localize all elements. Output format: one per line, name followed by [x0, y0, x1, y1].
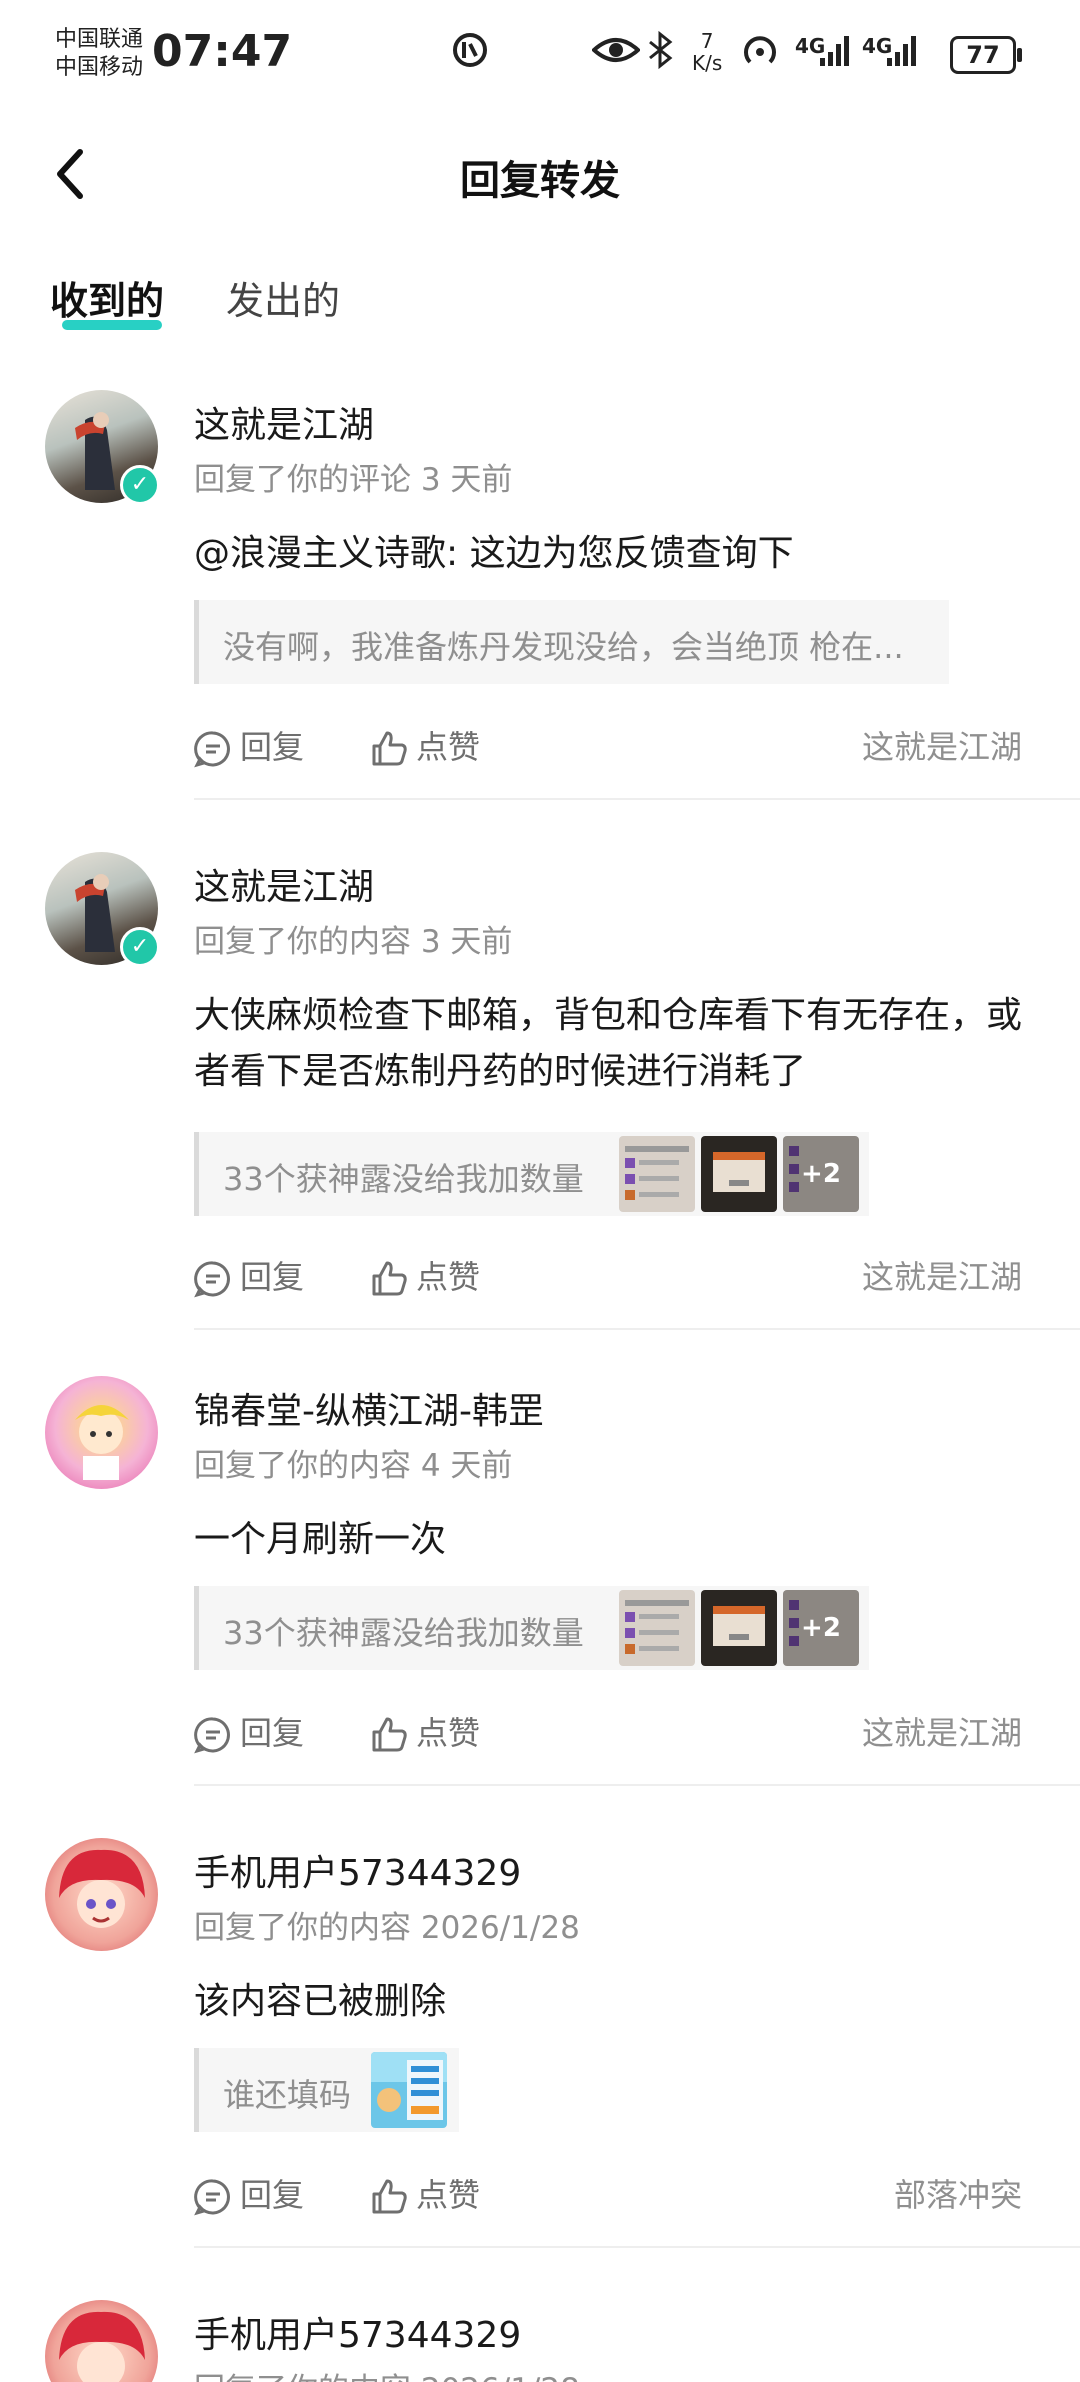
thumbs-up-icon	[372, 2179, 407, 2214]
tab-received[interactable]: 收到的	[50, 270, 164, 325]
network-speed: 7 K/s	[692, 29, 723, 75]
bluetooth-icon	[646, 30, 676, 79]
like-button[interactable]: 点赞	[370, 1252, 480, 1298]
reply-content[interactable]: 大侠麻烦检查下邮箱，背包和仓库看下有无存在，或者看下是否炼制丹药的时候进行消耗了	[194, 988, 1024, 1100]
carrier-2: 中国移动	[55, 55, 144, 80]
divider	[194, 1328, 1080, 1330]
thumbs-up-icon	[372, 1717, 407, 1752]
quoted-comment[interactable]: 33个获神露没给我加数量 +2	[194, 1132, 869, 1216]
thumbs-up-icon	[372, 1261, 407, 1296]
tab-sent[interactable]: 发出的	[226, 270, 340, 325]
thumbnail-image[interactable]	[371, 2052, 447, 2128]
data-saver-icon	[450, 30, 490, 79]
reply-button[interactable]: 回复	[194, 722, 304, 768]
thumbnail-image[interactable]	[619, 1590, 695, 1666]
thumbnail-image[interactable]	[701, 1590, 777, 1666]
list-item[interactable]: ✓ 这就是江湖 回复了你的内容 3 天前 大侠麻烦检查下邮箱，背包和仓库看下有无…	[0, 842, 1080, 1330]
more-images-count: +2	[783, 1136, 859, 1212]
source-app[interactable]: 这就是江湖	[862, 722, 1022, 768]
reply-meta: 回复了你的内容 4 天前	[194, 1448, 513, 1484]
reply-content[interactable]: @浪漫主义诗歌: 这边为您反馈查询下	[194, 526, 1024, 582]
thumbnail-image[interactable]	[619, 1136, 695, 1212]
thumbnail-image[interactable]: +2	[783, 1590, 859, 1666]
reply-content[interactable]: 该内容已被删除	[194, 1974, 1024, 2030]
quoted-text: 33个获神露没给我加数量	[223, 1160, 584, 1198]
reply-meta: 回复了你的内容 2026/1/28	[194, 2364, 580, 2382]
clock: 07:47	[152, 26, 293, 77]
battery-indicator: 77	[950, 36, 1022, 74]
quoted-comment[interactable]: 33个获神露没给我加数量 +2	[194, 1586, 869, 1670]
avatar[interactable]	[45, 1376, 158, 1489]
like-button[interactable]: 点赞	[370, 1708, 480, 1754]
avatar[interactable]	[45, 1838, 158, 1951]
source-app[interactable]: 这就是江湖	[862, 1252, 1022, 1298]
quoted-comment[interactable]: 没有啊，我准备炼丹发现没给，会当绝顶 枪在...	[194, 600, 949, 684]
username[interactable]: 手机用户57344329	[194, 1844, 521, 1896]
divider	[194, 798, 1080, 800]
reply-content[interactable]: 一个月刷新一次	[194, 1512, 1024, 1568]
comment-icon	[194, 1717, 230, 1754]
username[interactable]: 这就是江湖	[194, 858, 374, 910]
list-item[interactable]: ✓ 这就是江湖 回复了你的评论 3 天前 @浪漫主义诗歌: 这边为您反馈查询下 …	[0, 380, 1080, 800]
page-title: 回复转发	[460, 158, 620, 204]
source-app[interactable]: 这就是江湖	[862, 1708, 1022, 1754]
signal-icon-2	[885, 30, 921, 79]
quoted-text: 谁还填码	[223, 2076, 352, 2114]
status-bar: 中国联通 中国移动 07:47 7 K/s 4G 4G 77	[0, 0, 1080, 110]
reply-button[interactable]: 回复	[194, 1252, 304, 1298]
signal-icon-1	[818, 30, 854, 79]
thumbnail-image[interactable]	[701, 1136, 777, 1212]
list-item[interactable]: 手机用户57344329 回复了你的内容 2026/1/28 该内容已被删除 谁…	[0, 1828, 1080, 2248]
divider	[194, 2246, 1080, 2248]
quoted-comment[interactable]: 谁还填码	[194, 2048, 459, 2132]
username[interactable]: 锦春堂-纵横江湖-韩罡	[194, 1382, 544, 1434]
thumbnail-image[interactable]: +2	[783, 1136, 859, 1212]
comment-icon	[194, 1261, 230, 1298]
quoted-text: 没有啊，我准备炼丹发现没给，会当绝顶 枪在...	[223, 628, 904, 666]
list-item[interactable]: 锦春堂-纵横江湖-韩罡 回复了你的内容 4 天前 一个月刷新一次 33个获神露没…	[0, 1366, 1080, 1786]
username[interactable]: 这就是江湖	[194, 396, 374, 448]
list-item[interactable]: 手机用户57344329 回复了你的内容 2026/1/28	[0, 2290, 1080, 2382]
more-images-count: +2	[783, 1590, 859, 1666]
reply-button[interactable]: 回复	[194, 1708, 304, 1754]
reply-meta: 回复了你的评论 3 天前	[194, 462, 513, 498]
verified-badge-icon: ✓	[120, 927, 160, 967]
comment-icon	[194, 731, 230, 768]
nav-bar: 回复转发	[0, 110, 1080, 240]
quoted-text: 33个获神露没给我加数量	[223, 1614, 584, 1652]
avatar[interactable]	[45, 2300, 158, 2382]
carrier-info: 中国联通 中国移动	[55, 26, 143, 82]
username[interactable]: 手机用户57344329	[194, 2306, 521, 2358]
hotspot-icon	[740, 30, 784, 79]
comment-icon	[194, 2179, 230, 2216]
verified-badge-icon: ✓	[120, 465, 160, 505]
like-button[interactable]: 点赞	[370, 2170, 480, 2216]
eye-icon	[591, 30, 641, 79]
reply-button[interactable]: 回复	[194, 2170, 304, 2216]
reply-meta: 回复了你的内容 3 天前	[194, 924, 513, 960]
reply-meta: 回复了你的内容 2026/1/28	[194, 1910, 580, 1946]
thumbs-up-icon	[372, 731, 407, 766]
carrier-1: 中国联通	[55, 27, 144, 52]
like-button[interactable]: 点赞	[370, 722, 480, 768]
source-app[interactable]: 部落冲突	[894, 2170, 1022, 2216]
divider	[194, 1784, 1080, 1786]
